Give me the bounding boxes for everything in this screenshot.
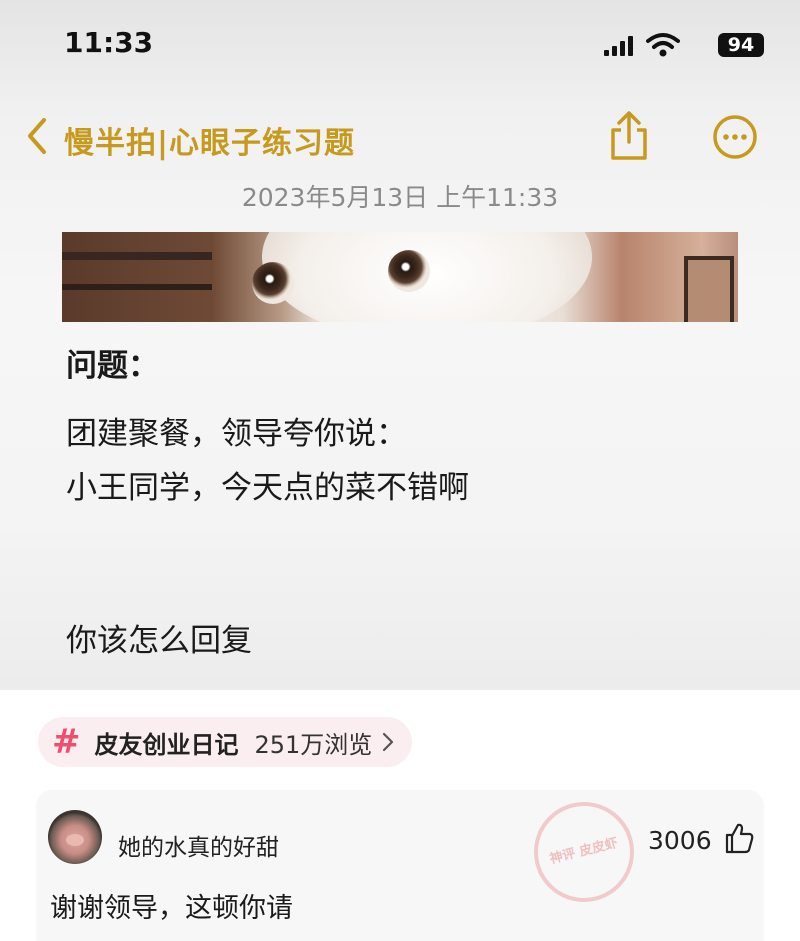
note-line-2: 小王同学，今天点的菜不错啊 [66, 470, 469, 506]
note-line-1: 团建聚餐，领导夸你说： [66, 416, 407, 452]
dog-eye-left [252, 262, 294, 304]
comment-username[interactable]: 她的水真的好甜 [118, 828, 279, 862]
notes-screenshot: 11:33 94 慢半拍|心眼子练习题 2023年5月13日 上午11:33 问… [0, 0, 800, 690]
thumbs-up-icon[interactable] [724, 822, 754, 854]
folder-title[interactable]: 慢半拍|心眼子练习题 [64, 118, 355, 162]
like-count: 3006 [648, 826, 712, 855]
topic-views: 251万浏览 [254, 730, 373, 759]
note-line-3: 你该怎么回复 [66, 623, 252, 659]
question-heading: 问题： [66, 348, 159, 384]
status-time: 11:33 [64, 26, 154, 59]
battery-icon: 94 [718, 33, 764, 57]
more-options-icon[interactable] [712, 114, 758, 160]
hashtag-icon: # [52, 722, 81, 762]
share-icon[interactable] [606, 110, 652, 162]
notes-nav-bar: 慢半拍|心眼子练习题 [0, 110, 800, 164]
chevron-right-icon [383, 732, 394, 752]
top-comment: 她的水真的好甜 神评 皮皮虾 3006 谢谢领导，这顿你请 [36, 790, 764, 941]
wifi-icon [646, 33, 680, 57]
topic-name: 皮友创业日记 [94, 730, 239, 759]
comment-text: 谢谢领导，这顿你请 [50, 893, 293, 924]
note-date: 2023年5月13日 上午11:33 [241, 183, 559, 212]
stamp-text: 神评 皮皮虾 [548, 835, 620, 867]
back-chevron-icon[interactable] [22, 116, 52, 156]
signal-icon [604, 36, 634, 56]
status-icons: 94 [594, 30, 764, 60]
topic-tag[interactable]: # 皮友创业日记 251万浏览 [38, 717, 413, 767]
featured-comment-stamp: 神评 皮皮虾 [523, 791, 645, 913]
dog-eye-right [388, 250, 430, 292]
avatar[interactable] [48, 810, 102, 864]
